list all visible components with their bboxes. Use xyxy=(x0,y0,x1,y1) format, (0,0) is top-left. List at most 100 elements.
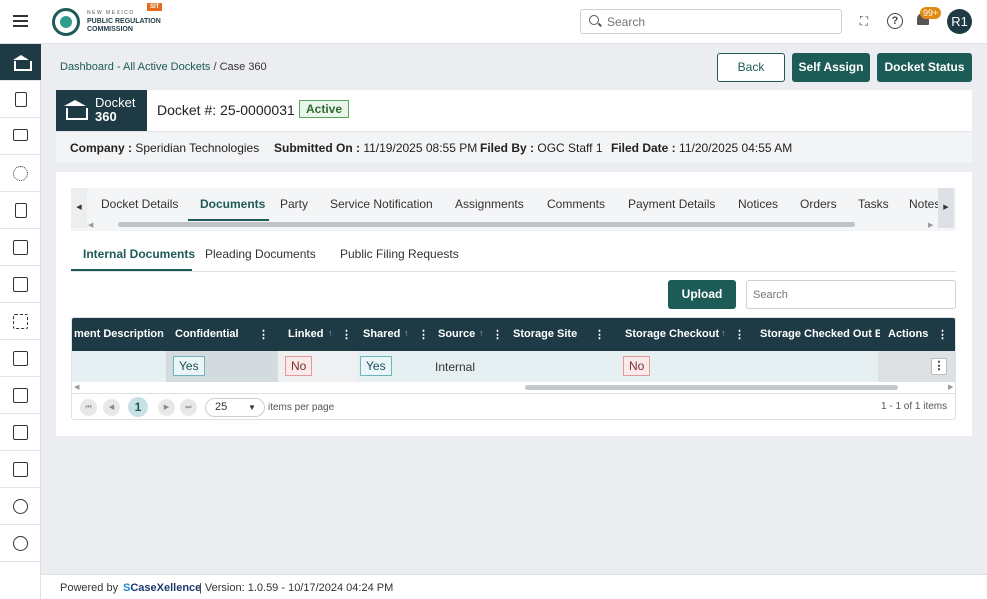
sidebar-item-alerts[interactable] xyxy=(0,488,41,525)
sidebar-item-calendar[interactable] xyxy=(0,451,41,488)
last-page-icon[interactable]: ⏭ xyxy=(180,399,197,416)
tab-docket-details[interactable]: Docket Details xyxy=(101,197,178,211)
sort-icon[interactable]: ↑ xyxy=(479,328,484,338)
next-page-icon[interactable]: ▶ xyxy=(158,399,175,416)
logo-line-2: COMMISSION xyxy=(87,26,133,33)
document-subtabs: Internal Documents Pleading Documents Pu… xyxy=(71,236,956,272)
breadcrumb-separator: / xyxy=(210,61,220,73)
subtab-internal-documents[interactable]: Internal Documents xyxy=(83,247,195,261)
column-menu-icon[interactable]: ⋮ xyxy=(341,328,352,341)
sort-icon[interactable]: ↑ xyxy=(721,328,726,338)
scroll-right-icon[interactable]: ▶ xyxy=(928,221,933,229)
grid-scrollbar[interactable]: ◀ ▶ xyxy=(72,382,955,393)
sidebar-item-profile[interactable] xyxy=(0,525,41,562)
fullscreen-icon[interactable]: ⛶ xyxy=(855,12,873,30)
column-menu-icon[interactable]: ⋮ xyxy=(418,328,429,341)
tab-comments[interactable]: Comments xyxy=(547,197,605,211)
help-icon[interactable]: ? xyxy=(887,13,903,29)
company-value: Speridian Technologies xyxy=(135,141,260,155)
row-actions-cell: ⋮ xyxy=(878,351,955,382)
col-source[interactable]: Source xyxy=(438,328,475,340)
tab-notes[interactable]: Notes xyxy=(909,197,938,211)
tab-documents[interactable]: Documents xyxy=(200,197,265,211)
tab-payment-details[interactable]: Payment Details xyxy=(628,197,715,211)
subtab-public-filing-requests[interactable]: Public Filing Requests xyxy=(340,247,459,261)
col-shared[interactable]: Shared xyxy=(363,328,400,340)
scroll-right-icon[interactable]: ▶ xyxy=(948,383,953,391)
col-storage-checkout[interactable]: Storage Checkout xyxy=(625,328,719,340)
prev-page-icon[interactable]: ◀ xyxy=(103,399,120,416)
row-menu-icon[interactable]: ⋮ xyxy=(931,358,947,375)
tab-orders[interactable]: Orders xyxy=(800,197,837,211)
calendar-icon xyxy=(13,462,28,477)
docket-status-button[interactable]: Docket Status xyxy=(877,53,972,82)
bank-icon xyxy=(13,55,32,71)
column-menu-icon[interactable]: ⋮ xyxy=(937,328,948,341)
confidential-chip: Yes xyxy=(173,356,205,376)
sort-icon[interactable]: ↑ xyxy=(328,328,333,338)
tab-scroll-left-icon[interactable]: ◀ xyxy=(71,188,87,228)
column-menu-icon[interactable]: ⋮ xyxy=(258,328,269,341)
filed-by-value: OGC Staff 1 xyxy=(537,141,603,155)
sidebar-item-progress[interactable] xyxy=(0,155,41,192)
env-badge: SIT xyxy=(147,3,163,11)
tab-service-notification[interactable]: Service Notification xyxy=(330,197,433,211)
column-menu-icon[interactable]: ⋮ xyxy=(594,328,605,341)
breadcrumb-link[interactable]: Dashboard - All Active Dockets xyxy=(60,61,210,73)
menu-icon[interactable] xyxy=(13,15,28,27)
page-size-select[interactable]: 25 ▼ xyxy=(205,398,265,417)
sidebar-item-comments[interactable] xyxy=(0,118,41,155)
book-icon xyxy=(13,351,28,366)
table-row[interactable]: Yes No Yes Internal No ⋮ xyxy=(72,351,955,382)
user-circle-icon xyxy=(13,536,28,551)
sort-icon[interactable]: ↑ xyxy=(404,328,409,338)
col-linked[interactable]: Linked xyxy=(288,328,323,340)
current-page[interactable]: 1 xyxy=(128,397,148,417)
column-menu-icon[interactable]: ⋮ xyxy=(492,328,503,341)
col-confidential[interactable]: Confidential xyxy=(175,328,239,340)
tab-party[interactable]: Party xyxy=(280,197,308,211)
col-storage-checked-out-by[interactable]: Storage Checked Out By xyxy=(760,328,880,340)
sort-icon[interactable]: ↑ xyxy=(160,328,165,338)
col-description[interactable]: ment Description xyxy=(74,328,164,340)
avatar[interactable]: R1 xyxy=(947,9,972,34)
sidebar-item-documents[interactable] xyxy=(0,81,41,118)
status-badge: Active xyxy=(299,100,350,118)
submitted-label: Submitted On : xyxy=(274,141,360,155)
sidebar-item-templates[interactable] xyxy=(0,266,41,303)
sidebar-item-library[interactable] xyxy=(0,340,41,377)
documents-grid: ment Description ↑ Confidential ⋮ Linked… xyxy=(71,317,956,420)
sidebar xyxy=(0,44,41,599)
tab-assignments[interactable]: Assignments xyxy=(455,197,524,211)
tab-scrollbar-thumb[interactable] xyxy=(118,222,855,227)
global-search-input[interactable] xyxy=(607,13,827,30)
grid-scrollbar-thumb[interactable] xyxy=(525,385,898,390)
sidebar-item-dashboard[interactable] xyxy=(0,44,41,81)
self-assign-button[interactable]: Self Assign xyxy=(792,53,870,82)
scroll-left-icon[interactable]: ◀ xyxy=(88,221,93,229)
sidebar-item-organizations[interactable] xyxy=(0,229,41,266)
column-menu-icon[interactable]: ⋮ xyxy=(734,328,745,341)
grid-header: ment Description ↑ Confidential ⋮ Linked… xyxy=(72,318,955,351)
sidebar-item-payments[interactable] xyxy=(0,192,41,229)
tab-tasks[interactable]: Tasks xyxy=(858,197,889,211)
sidebar-item-scan[interactable] xyxy=(0,303,41,340)
global-search[interactable] xyxy=(580,9,842,34)
tab-scrollbar[interactable]: ◀ ▶ xyxy=(88,221,936,229)
docket-info-strip: Company : Speridian Technologies Submitt… xyxy=(56,131,972,162)
col-storage-site[interactable]: Storage Site xyxy=(513,328,577,340)
back-button[interactable]: Back xyxy=(717,53,785,82)
upload-button[interactable]: Upload xyxy=(668,280,736,309)
tab-scroll-right-icon[interactable]: ▶ xyxy=(938,188,954,228)
tab-notices[interactable]: Notices xyxy=(738,197,778,211)
first-page-icon[interactable]: ⏮ xyxy=(80,399,97,416)
grid-search-input[interactable] xyxy=(746,280,956,309)
sidebar-item-tasks[interactable] xyxy=(0,414,41,451)
logo[interactable]: NEW MEXICO PUBLIC REGULATION COMMISSION … xyxy=(52,3,182,38)
casexellence-logo: SCaseXellence xyxy=(123,582,201,594)
scroll-left-icon[interactable]: ◀ xyxy=(74,383,79,391)
subtab-pleading-documents[interactable]: Pleading Documents xyxy=(205,247,316,261)
sidebar-item-reports[interactable] xyxy=(0,377,41,414)
top-bar: NEW MEXICO PUBLIC REGULATION COMMISSION … xyxy=(0,0,987,44)
chevron-down-icon: ▼ xyxy=(248,403,256,412)
